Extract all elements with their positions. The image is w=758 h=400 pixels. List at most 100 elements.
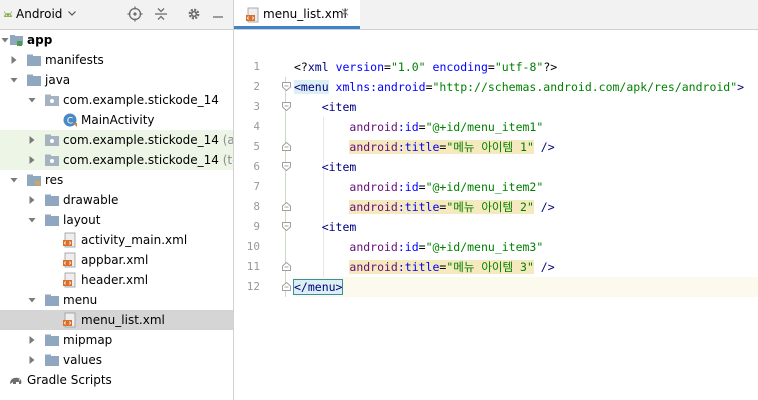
- code-line: <item: [294, 217, 758, 237]
- svg-text:C: C: [67, 116, 73, 126]
- chevron-down-icon[interactable]: [28, 215, 36, 225]
- tree-item-label: com.example.stickode_14: [63, 133, 219, 147]
- tree-item-package-test[interactable]: com.example.stickode_14 (test): [0, 150, 233, 170]
- code-token: :id: [397, 240, 419, 254]
- tree-item-mipmap[interactable]: mipmap: [0, 330, 233, 350]
- tree-item-suffix: (test): [222, 153, 233, 167]
- chevron-right-icon[interactable]: [28, 355, 36, 365]
- locate-icon[interactable]: [127, 6, 143, 22]
- code-token: />: [533, 200, 555, 214]
- fold-open-icon[interactable]: [282, 102, 291, 111]
- code-token: ?>: [543, 60, 558, 74]
- code-token: :title: [397, 260, 440, 274]
- chevron-down-icon[interactable]: [67, 8, 77, 18]
- tree-item-gradle-scripts[interactable]: Gradle Scripts: [0, 370, 233, 390]
- close-icon[interactable]: ×: [340, 5, 350, 19]
- tree-item-drawable[interactable]: drawable: [0, 190, 233, 210]
- chevron-right-icon[interactable]: [28, 135, 36, 145]
- chevron-right-icon[interactable]: [10, 55, 18, 65]
- chevron-down-icon[interactable]: [1, 35, 9, 45]
- code-token: =: [418, 180, 426, 194]
- collapse-all-icon[interactable]: [153, 6, 169, 22]
- package-icon: [45, 134, 59, 146]
- code-token: xml: [307, 60, 329, 74]
- tree-item-header-xml[interactable]: header.xml: [0, 270, 233, 290]
- tree-item-appbar-xml[interactable]: appbar.xml: [0, 250, 233, 270]
- chevron-right-icon[interactable]: [28, 335, 36, 345]
- tree-item-activity-main-xml[interactable]: activity_main.xml: [0, 230, 233, 250]
- code-token: android: [349, 260, 398, 274]
- code-token: <item: [321, 160, 357, 174]
- line-number: 8: [253, 200, 260, 213]
- fold-close-icon[interactable]: [282, 282, 291, 291]
- tree-item-label: header.xml: [81, 273, 149, 287]
- code-token: />: [533, 140, 555, 154]
- chevron-right-icon[interactable]: [28, 155, 36, 165]
- project-toolbar: Android: [0, 0, 233, 30]
- tree-item-label: mipmap: [63, 333, 113, 347]
- hide-panel-icon[interactable]: [210, 6, 226, 22]
- fold-close-icon[interactable]: [282, 262, 291, 271]
- chevron-down-icon[interactable]: [10, 175, 18, 185]
- code-line: android:title="메뉴 아이템 1" />: [294, 137, 758, 157]
- code-token: "메뉴 아이템 3": [446, 260, 534, 274]
- tree-item-layout[interactable]: layout: [0, 210, 233, 230]
- fold-close-icon[interactable]: [282, 202, 291, 211]
- line-number: 5: [253, 140, 260, 153]
- code-token: =: [425, 80, 433, 94]
- chevron-down-icon[interactable]: [10, 75, 18, 85]
- tree-item-label: com.example.stickode_14: [63, 153, 219, 167]
- tree-item-label: values: [63, 353, 103, 367]
- chevron-right-icon[interactable]: [28, 195, 36, 205]
- project-tree: app manifests java com.example.stickode_…: [0, 30, 233, 400]
- code-token: <menu: [294, 80, 329, 94]
- tree-item-package-android-test[interactable]: com.example.stickode_14 (andr: [0, 130, 233, 150]
- project-view-selector[interactable]: Android: [16, 7, 62, 21]
- fold-open-icon[interactable]: [282, 162, 291, 171]
- tab-menu-list-xml[interactable]: menu_list.xml ×: [234, 0, 360, 29]
- code-token: android: [349, 180, 398, 194]
- folder-icon: [45, 214, 59, 226]
- tree-item-menu[interactable]: menu: [0, 290, 233, 310]
- tree-item-package[interactable]: com.example.stickode_14: [0, 90, 233, 110]
- tree-item-label: menu_list.xml: [81, 313, 165, 327]
- code-token: "1.0": [390, 60, 426, 74]
- code-token: =: [384, 60, 391, 74]
- project-panel: Android app manifests java com.example.s…: [0, 0, 234, 400]
- fold-open-icon[interactable]: [282, 82, 291, 91]
- tree-item-menu-list-xml[interactable]: menu_list.xml: [0, 310, 233, 330]
- code-token: :title: [397, 200, 440, 214]
- fold-close-icon[interactable]: [282, 142, 291, 151]
- code-token: <item: [321, 220, 357, 234]
- tree-item-java[interactable]: java: [0, 70, 233, 90]
- tree-item-label: Gradle Scripts: [27, 373, 112, 387]
- code-editor[interactable]: <?xml version="1.0" encoding="utf-8"?> <…: [292, 31, 758, 400]
- line-number: 12: [246, 280, 260, 293]
- code-token: >: [737, 80, 745, 94]
- tree-item-app[interactable]: app: [0, 30, 233, 50]
- line-number: 11: [246, 260, 260, 273]
- code-token: android: [349, 120, 398, 134]
- code-token: "메뉴 아이템 2": [446, 200, 534, 214]
- tree-item-manifests[interactable]: manifests: [0, 50, 233, 70]
- code-token: <?: [294, 60, 308, 74]
- chevron-down-icon[interactable]: [28, 295, 36, 305]
- tree-item-mainactivity[interactable]: C MainActivity: [0, 110, 233, 130]
- tree-item-label: appbar.xml: [81, 253, 149, 267]
- chevron-down-icon[interactable]: [28, 95, 36, 105]
- folder-icon: [45, 194, 59, 206]
- tree-item-values[interactable]: values: [0, 350, 233, 370]
- code-token: encoding: [425, 60, 488, 74]
- xml-file-icon: [63, 232, 76, 248]
- editor-gutter: 1 2 3 4 5 6 7 8 9 10 11 12: [234, 31, 294, 400]
- code-token: "utf-8": [494, 60, 544, 74]
- code-token: android: [349, 240, 398, 254]
- xml-file-icon: [63, 312, 76, 328]
- fold-open-icon[interactable]: [282, 222, 291, 231]
- package-icon: [45, 94, 59, 106]
- package-icon: [45, 154, 59, 166]
- tree-item-res[interactable]: res: [0, 170, 233, 190]
- code-line: <?xml version="1.0" encoding="utf-8"?>: [294, 57, 758, 77]
- gear-icon[interactable]: [186, 6, 202, 22]
- code-token: android: [349, 200, 398, 214]
